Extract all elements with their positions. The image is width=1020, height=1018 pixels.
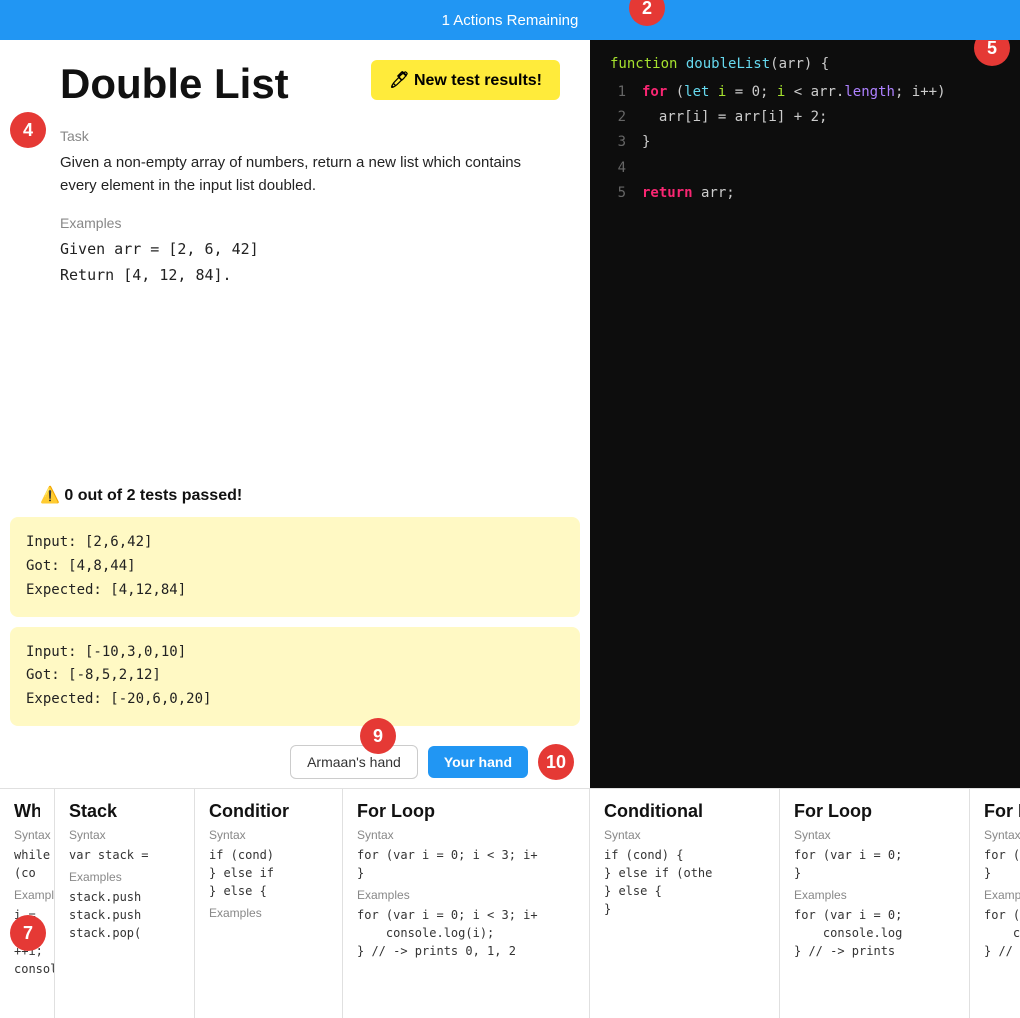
bottom-actions: 9 Armaan's hand Your hand 10 [0, 736, 590, 788]
card-while-title: While [14, 801, 40, 822]
card-condition-title: Conditior [209, 801, 328, 822]
code-line-1: 1 for (let i = 0; i < arr.length; i++) [610, 80, 1000, 105]
main-layout: 4 Double List 🖊 New test results! Task G… [0, 40, 1020, 1018]
test2-got: Got: [-8,5,2,12] [26, 664, 564, 688]
badge-9: 9 [360, 718, 396, 754]
code-body: 1 for (let i = 0; i < arr.length; i++) 2… [590, 80, 1020, 788]
badge-2: 2 [629, 0, 665, 26]
actions-remaining: 1 Actions Remaining [442, 12, 579, 29]
test2-expected: Expected: [-20,6,0,20] [26, 688, 564, 712]
example-line-1: Given arr = [2, 6, 42] [60, 237, 560, 263]
test-card-1: Input: [2,6,42] Got: [4,8,44] Expected: … [10, 517, 580, 616]
new-test-button[interactable]: 🖊 New test results! [371, 60, 560, 100]
left-content: Double List 🖊 New test results! Task Giv… [0, 40, 590, 485]
task-label: Task [60, 128, 560, 144]
left-panel: 4 Double List 🖊 New test results! Task G… [0, 40, 590, 1018]
card-forloop-title: For Loop [357, 801, 575, 822]
test1-input: Input: [2,6,42] [26, 531, 564, 555]
card-stack-title: Stack [69, 801, 180, 822]
test1-got: Got: [4,8,44] [26, 555, 564, 579]
right-card-conditional: Conditional Syntax if (cond) {} else if … [590, 789, 780, 1018]
examples-text: Given arr = [2, 6, 42] Return [4, 12, 84… [60, 237, 560, 288]
armaans-hand-button[interactable]: Armaan's hand [290, 745, 418, 779]
example-line-2: Return [4, 12, 84]. [60, 263, 560, 289]
right-card-forloop1-title: For Loop [794, 801, 955, 822]
page-title: Double List [60, 60, 289, 108]
code-line-4: 4 [610, 156, 1000, 181]
badge-10: 10 [538, 744, 574, 780]
task-description: Given a non-empty array of numbers, retu… [60, 152, 560, 197]
test2-input: Input: [-10,3,0,10] [26, 641, 564, 665]
right-card-row: Conditional Syntax if (cond) {} else if … [590, 788, 1020, 1018]
right-card-forloop2: For Loop Syntax for (var} Examples for (… [970, 789, 1020, 1018]
test1-expected: Expected: [4,12,84] [26, 579, 564, 603]
your-hand-button[interactable]: Your hand [428, 746, 528, 778]
top-bar: 1 Actions Remaining 2 [0, 0, 1020, 40]
card-stack: Stack Syntax var stack = Examples stack.… [55, 789, 195, 1018]
card-while: While Syntax while (co Examples i = 0;++… [0, 789, 55, 1018]
test-card-2: Input: [-10,3,0,10] Got: [-8,5,2,12] Exp… [10, 627, 580, 726]
right-panel: 5 function doubleList(arr) { 1 for (let … [590, 40, 1020, 1018]
right-card-conditional-title: Conditional [604, 801, 765, 822]
badge-7: 7 [10, 915, 46, 951]
title-row: Double List 🖊 New test results! [60, 60, 560, 108]
test-status: ⚠️ 0 out of 2 tests passed! [40, 485, 580, 505]
code-line-3: 3 } [610, 130, 1000, 155]
code-line-5: 5 return arr; [610, 181, 1000, 206]
examples-label: Examples [60, 215, 560, 231]
right-card-forloop1: For Loop Syntax for (var i = 0;} Example… [780, 789, 970, 1018]
card-condition: Conditior Syntax if (cond)} else if} els… [195, 789, 343, 1018]
card-forloop: For Loop Syntax for (var i = 0; i < 3; i… [343, 789, 590, 1018]
bottom-card-row-left: While Syntax while (co Examples i = 0;++… [0, 788, 590, 1018]
code-header: function doubleList(arr) { [590, 40, 1020, 80]
right-card-forloop2-title: For Loop [984, 801, 1020, 822]
badge-4: 4 [10, 112, 46, 148]
code-line-2: 2 arr[i] = arr[i] + 2; [610, 105, 1000, 130]
